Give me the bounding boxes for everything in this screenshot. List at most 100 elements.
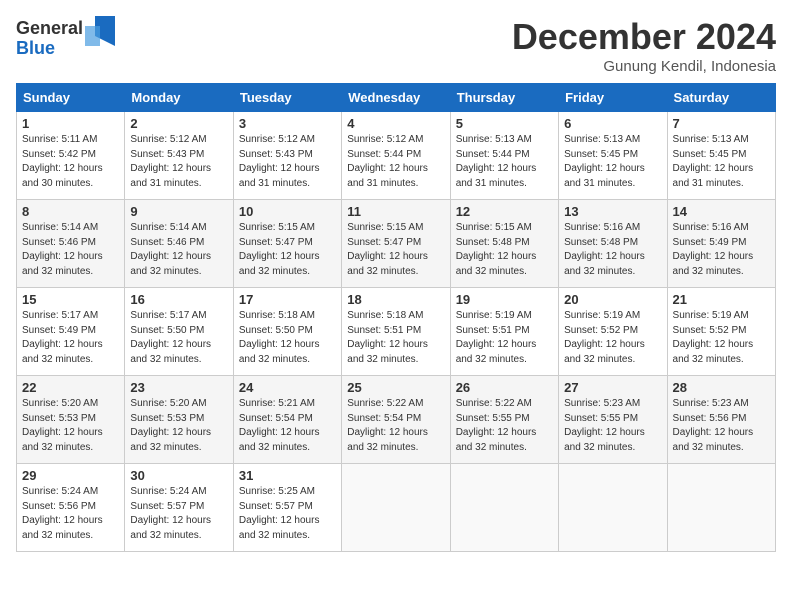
day-number: 14 bbox=[673, 204, 770, 219]
calendar-week-1: 1Sunrise: 5:11 AM Sunset: 5:42 PM Daylig… bbox=[17, 112, 776, 200]
day-number: 3 bbox=[239, 116, 336, 131]
calendar-cell: 31Sunrise: 5:25 AM Sunset: 5:57 PM Dayli… bbox=[233, 464, 341, 552]
day-info: Sunrise: 5:18 AM Sunset: 5:50 PM Dayligh… bbox=[239, 309, 336, 367]
day-info: Sunrise: 5:19 AM Sunset: 5:52 PM Dayligh… bbox=[564, 309, 661, 367]
day-info: Sunrise: 5:24 AM Sunset: 5:57 PM Dayligh… bbox=[130, 485, 227, 543]
day-info: Sunrise: 5:15 AM Sunset: 5:47 PM Dayligh… bbox=[239, 221, 336, 279]
day-number: 7 bbox=[673, 116, 770, 131]
day-number: 17 bbox=[239, 292, 336, 307]
calendar-cell: 2Sunrise: 5:12 AM Sunset: 5:43 PM Daylig… bbox=[125, 112, 233, 200]
day-number: 8 bbox=[22, 204, 119, 219]
day-number: 21 bbox=[673, 292, 770, 307]
day-number: 1 bbox=[22, 116, 119, 131]
day-number: 24 bbox=[239, 380, 336, 395]
day-info: Sunrise: 5:13 AM Sunset: 5:45 PM Dayligh… bbox=[673, 133, 770, 191]
calendar-cell bbox=[342, 464, 450, 552]
page-header: General Blue December 2024 Gunung Kendil… bbox=[16, 16, 776, 75]
column-header-tuesday: Tuesday bbox=[233, 84, 341, 112]
calendar-cell: 13Sunrise: 5:16 AM Sunset: 5:48 PM Dayli… bbox=[559, 200, 667, 288]
day-info: Sunrise: 5:17 AM Sunset: 5:50 PM Dayligh… bbox=[130, 309, 227, 367]
day-number: 27 bbox=[564, 380, 661, 395]
day-info: Sunrise: 5:12 AM Sunset: 5:44 PM Dayligh… bbox=[347, 133, 444, 191]
day-number: 23 bbox=[130, 380, 227, 395]
column-header-sunday: Sunday bbox=[17, 84, 125, 112]
calendar-cell: 16 Sunrise: 5:17 AM Sunset: 5:50 PM Dayli… bbox=[125, 288, 233, 376]
day-info: Sunrise: 5:21 AM Sunset: 5:54 PM Dayligh… bbox=[239, 397, 336, 455]
calendar-cell: 9Sunrise: 5:14 AM Sunset: 5:46 PM Daylig… bbox=[125, 200, 233, 288]
day-info: Sunrise: 5:19 AM Sunset: 5:52 PM Dayligh… bbox=[673, 309, 770, 367]
day-info: Sunrise: 5:16 AM Sunset: 5:49 PM Dayligh… bbox=[673, 221, 770, 279]
logo: General Blue bbox=[16, 16, 115, 61]
calendar-cell: 28 Sunrise: 5:23 AM Sunset: 5:56 PM Dayli… bbox=[667, 376, 775, 464]
day-info: Sunrise: 5:14 AM Sunset: 5:46 PM Dayligh… bbox=[22, 221, 119, 279]
day-number: 18 bbox=[347, 292, 444, 307]
day-number: 13 bbox=[564, 204, 661, 219]
day-number: 19 bbox=[456, 292, 553, 307]
calendar-cell: 24 Sunrise: 5:21 AM Sunset: 5:54 PM Dayli… bbox=[233, 376, 341, 464]
day-info: Sunrise: 5:12 AM Sunset: 5:43 PM Dayligh… bbox=[239, 133, 336, 191]
location: Gunung Kendil, Indonesia bbox=[512, 58, 776, 75]
calendar-cell: 14 Sunrise: 5:16 AM Sunset: 5:49 PM Dayli… bbox=[667, 200, 775, 288]
day-number: 12 bbox=[456, 204, 553, 219]
day-number: 5 bbox=[456, 116, 553, 131]
calendar-cell: 12 Sunrise: 5:15 AM Sunset: 5:48 PM Dayli… bbox=[450, 200, 558, 288]
calendar-week-4: 22 Sunrise: 5:20 AM Sunset: 5:53 PM Dayli… bbox=[17, 376, 776, 464]
column-header-saturday: Saturday bbox=[667, 84, 775, 112]
calendar-cell bbox=[559, 464, 667, 552]
day-info: Sunrise: 5:23 AM Sunset: 5:56 PM Dayligh… bbox=[673, 397, 770, 455]
calendar-cell: 18 Sunrise: 5:18 AM Sunset: 5:51 PM Dayli… bbox=[342, 288, 450, 376]
calendar-cell bbox=[450, 464, 558, 552]
calendar-cell: 19Sunrise: 5:19 AM Sunset: 5:51 PM Dayli… bbox=[450, 288, 558, 376]
day-info: Sunrise: 5:17 AM Sunset: 5:49 PM Dayligh… bbox=[22, 309, 119, 367]
day-number: 4 bbox=[347, 116, 444, 131]
calendar-cell: 4 Sunrise: 5:12 AM Sunset: 5:44 PM Daylig… bbox=[342, 112, 450, 200]
day-number: 20 bbox=[564, 292, 661, 307]
calendar-cell bbox=[667, 464, 775, 552]
calendar-cell: 26Sunrise: 5:22 AM Sunset: 5:55 PM Dayli… bbox=[450, 376, 558, 464]
calendar-cell: 30 Sunrise: 5:24 AM Sunset: 5:57 PM Dayli… bbox=[125, 464, 233, 552]
calendar-cell: 20 Sunrise: 5:19 AM Sunset: 5:52 PM Dayli… bbox=[559, 288, 667, 376]
calendar-cell: 23Sunrise: 5:20 AM Sunset: 5:53 PM Dayli… bbox=[125, 376, 233, 464]
calendar-header-row: SundayMondayTuesdayWednesdayThursdayFrid… bbox=[17, 84, 776, 112]
day-info: Sunrise: 5:24 AM Sunset: 5:56 PM Dayligh… bbox=[22, 485, 119, 543]
day-info: Sunrise: 5:13 AM Sunset: 5:44 PM Dayligh… bbox=[456, 133, 553, 191]
logo-general: General bbox=[16, 19, 83, 39]
column-header-thursday: Thursday bbox=[450, 84, 558, 112]
day-info: Sunrise: 5:15 AM Sunset: 5:48 PM Dayligh… bbox=[456, 221, 553, 279]
day-number: 11 bbox=[347, 204, 444, 219]
calendar-cell: 1Sunrise: 5:11 AM Sunset: 5:42 PM Daylig… bbox=[17, 112, 125, 200]
day-info: Sunrise: 5:22 AM Sunset: 5:54 PM Dayligh… bbox=[347, 397, 444, 455]
day-number: 25 bbox=[347, 380, 444, 395]
calendar-table: SundayMondayTuesdayWednesdayThursdayFrid… bbox=[16, 83, 776, 552]
calendar-cell: 5 Sunrise: 5:13 AM Sunset: 5:44 PM Daylig… bbox=[450, 112, 558, 200]
calendar-week-5: 29 Sunrise: 5:24 AM Sunset: 5:56 PM Dayli… bbox=[17, 464, 776, 552]
day-number: 29 bbox=[22, 468, 119, 483]
calendar-cell: 27 Sunrise: 5:23 AM Sunset: 5:55 PM Dayli… bbox=[559, 376, 667, 464]
calendar-cell: 6Sunrise: 5:13 AM Sunset: 5:45 PM Daylig… bbox=[559, 112, 667, 200]
title-block: December 2024 Gunung Kendil, Indonesia bbox=[512, 16, 776, 75]
calendar-cell: 21 Sunrise: 5:19 AM Sunset: 5:52 PM Dayli… bbox=[667, 288, 775, 376]
day-info: Sunrise: 5:15 AM Sunset: 5:47 PM Dayligh… bbox=[347, 221, 444, 279]
calendar-cell: 22 Sunrise: 5:20 AM Sunset: 5:53 PM Dayli… bbox=[17, 376, 125, 464]
calendar-cell: 8 Sunrise: 5:14 AM Sunset: 5:46 PM Daylig… bbox=[17, 200, 125, 288]
logo-icon bbox=[85, 16, 115, 61]
logo-blue: Blue bbox=[16, 39, 83, 59]
day-number: 31 bbox=[239, 468, 336, 483]
calendar-cell: 29 Sunrise: 5:24 AM Sunset: 5:56 PM Dayli… bbox=[17, 464, 125, 552]
column-header-wednesday: Wednesday bbox=[342, 84, 450, 112]
day-number: 26 bbox=[456, 380, 553, 395]
day-info: Sunrise: 5:13 AM Sunset: 5:45 PM Dayligh… bbox=[564, 133, 661, 191]
day-number: 22 bbox=[22, 380, 119, 395]
day-info: Sunrise: 5:18 AM Sunset: 5:51 PM Dayligh… bbox=[347, 309, 444, 367]
calendar-cell: 25 Sunrise: 5:22 AM Sunset: 5:54 PM Dayli… bbox=[342, 376, 450, 464]
calendar-cell: 15 Sunrise: 5:17 AM Sunset: 5:49 PM Dayli… bbox=[17, 288, 125, 376]
calendar-week-3: 15 Sunrise: 5:17 AM Sunset: 5:49 PM Dayli… bbox=[17, 288, 776, 376]
calendar-cell: 3 Sunrise: 5:12 AM Sunset: 5:43 PM Daylig… bbox=[233, 112, 341, 200]
day-number: 16 bbox=[130, 292, 227, 307]
column-header-friday: Friday bbox=[559, 84, 667, 112]
day-info: Sunrise: 5:23 AM Sunset: 5:55 PM Dayligh… bbox=[564, 397, 661, 455]
day-number: 30 bbox=[130, 468, 227, 483]
day-number: 28 bbox=[673, 380, 770, 395]
day-info: Sunrise: 5:20 AM Sunset: 5:53 PM Dayligh… bbox=[22, 397, 119, 455]
day-number: 15 bbox=[22, 292, 119, 307]
